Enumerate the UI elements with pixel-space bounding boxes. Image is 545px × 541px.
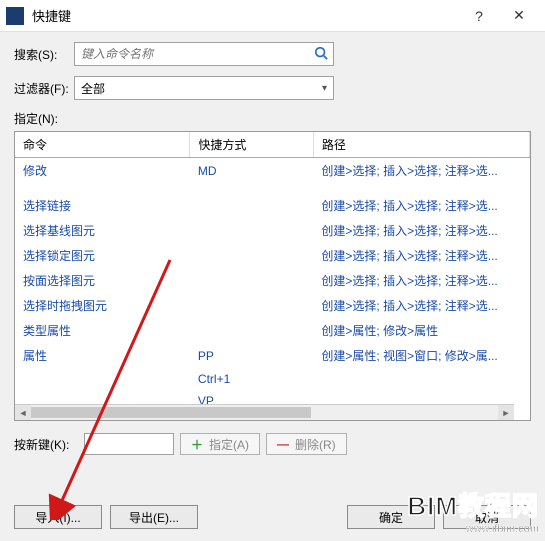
table-row[interactable]: 选择时拖拽图元 创建>选择; 插入>选择; 注释>选... [15, 293, 530, 318]
table-row[interactable]: 修改MD创建>选择; 插入>选择; 注释>选... [15, 158, 530, 184]
newkey-label: 按新键(K): [14, 436, 78, 453]
cell-cmd: 属性 [15, 343, 190, 368]
cell-shortcut: MD [190, 158, 313, 184]
cell-path: 创建>选择; 插入>选择; 注释>选... [313, 158, 529, 184]
minus-icon: — [277, 437, 289, 451]
cell-path: 创建>属性; 修改>属性 [313, 318, 529, 343]
col-command[interactable]: 命令 [15, 132, 190, 158]
import-button[interactable]: 导入(I)... [14, 505, 102, 529]
window-title: 快捷键 [32, 6, 459, 25]
cell-path [313, 368, 529, 390]
table-row[interactable]: 类型属性 创建>属性; 修改>属性 [15, 318, 530, 343]
assign-button[interactable]: ＋ 指定(A) [180, 433, 260, 455]
filter-value: 全部 [81, 80, 105, 97]
plus-icon: ＋ [191, 436, 203, 453]
help-button[interactable]: ? [459, 8, 499, 24]
search-input[interactable] [75, 47, 309, 61]
cell-cmd: 选择时拖拽图元 [15, 293, 190, 318]
search-box [74, 42, 334, 66]
col-shortcut[interactable]: 快捷方式 [190, 132, 313, 158]
assign-label: 指定(N): [14, 110, 531, 127]
close-button[interactable]: ✕ [499, 7, 539, 24]
search-icon[interactable] [309, 46, 333, 63]
export-button[interactable]: 导出(E)... [110, 505, 198, 529]
bottom-bar: 导入(I)... 导出(E)... 确定 取消 [0, 497, 545, 541]
horizontal-scrollbar[interactable]: ◄ ► [15, 404, 514, 420]
cell-shortcut [190, 243, 313, 268]
filter-select[interactable]: 全部 ▾ [74, 76, 334, 100]
cell-shortcut [190, 193, 313, 218]
cell-shortcut [190, 293, 313, 318]
titlebar: 快捷键 ? ✕ [0, 0, 545, 32]
scroll-right-icon[interactable]: ► [498, 405, 514, 420]
cell-cmd: 选择锁定图元 [15, 243, 190, 268]
cell-path: 创建>选择; 插入>选择; 注释>选... [313, 293, 529, 318]
cell-shortcut [190, 268, 313, 293]
shortcuts-table: 命令 快捷方式 路径 修改MD创建>选择; 插入>选择; 注释>选...选择链接… [14, 131, 531, 421]
cell-shortcut: Ctrl+1 [190, 368, 313, 390]
chevron-down-icon: ▾ [322, 83, 327, 94]
table-row[interactable]: 按面选择图元 创建>选择; 插入>选择; 注释>选... [15, 268, 530, 293]
cell-path: 创建>选择; 插入>选择; 注释>选... [313, 218, 529, 243]
cell-path: 创建>选择; 插入>选择; 注释>选... [313, 268, 529, 293]
cell-cmd: 选择链接 [15, 193, 190, 218]
cell-path: 创建>选择; 插入>选择; 注释>选... [313, 193, 529, 218]
table-row[interactable]: 选择基线图元 创建>选择; 插入>选择; 注释>选... [15, 218, 530, 243]
remove-button[interactable]: — 删除(R) [266, 433, 347, 455]
cell-path: 创建>选择; 插入>选择; 注释>选... [313, 243, 529, 268]
table-row[interactable]: 选择链接 创建>选择; 插入>选择; 注释>选... [15, 193, 530, 218]
scroll-left-icon[interactable]: ◄ [15, 405, 31, 420]
cell-shortcut [190, 318, 313, 343]
ok-button[interactable]: 确定 [347, 505, 435, 529]
cell-cmd: 修改 [15, 158, 190, 184]
cell-shortcut [190, 218, 313, 243]
filter-label: 过滤器(F): [14, 80, 74, 97]
cell-cmd: 按面选择图元 [15, 268, 190, 293]
cell-path: 创建>属性; 视图>窗口; 修改>属... [313, 343, 529, 368]
col-path[interactable]: 路径 [313, 132, 529, 158]
table-row[interactable]: 选择锁定图元 创建>选择; 插入>选择; 注释>选... [15, 243, 530, 268]
newkey-input[interactable] [84, 433, 174, 455]
app-icon [6, 7, 24, 25]
cell-cmd: 类型属性 [15, 318, 190, 343]
cancel-button[interactable]: 取消 [443, 505, 531, 529]
table-row[interactable]: 属性PP创建>属性; 视图>窗口; 修改>属... [15, 343, 530, 368]
search-label: 搜索(S): [14, 46, 74, 63]
cell-cmd [15, 368, 190, 390]
cell-shortcut: PP [190, 343, 313, 368]
table-row[interactable]: Ctrl+1 [15, 368, 530, 390]
cell-cmd: 选择基线图元 [15, 218, 190, 243]
